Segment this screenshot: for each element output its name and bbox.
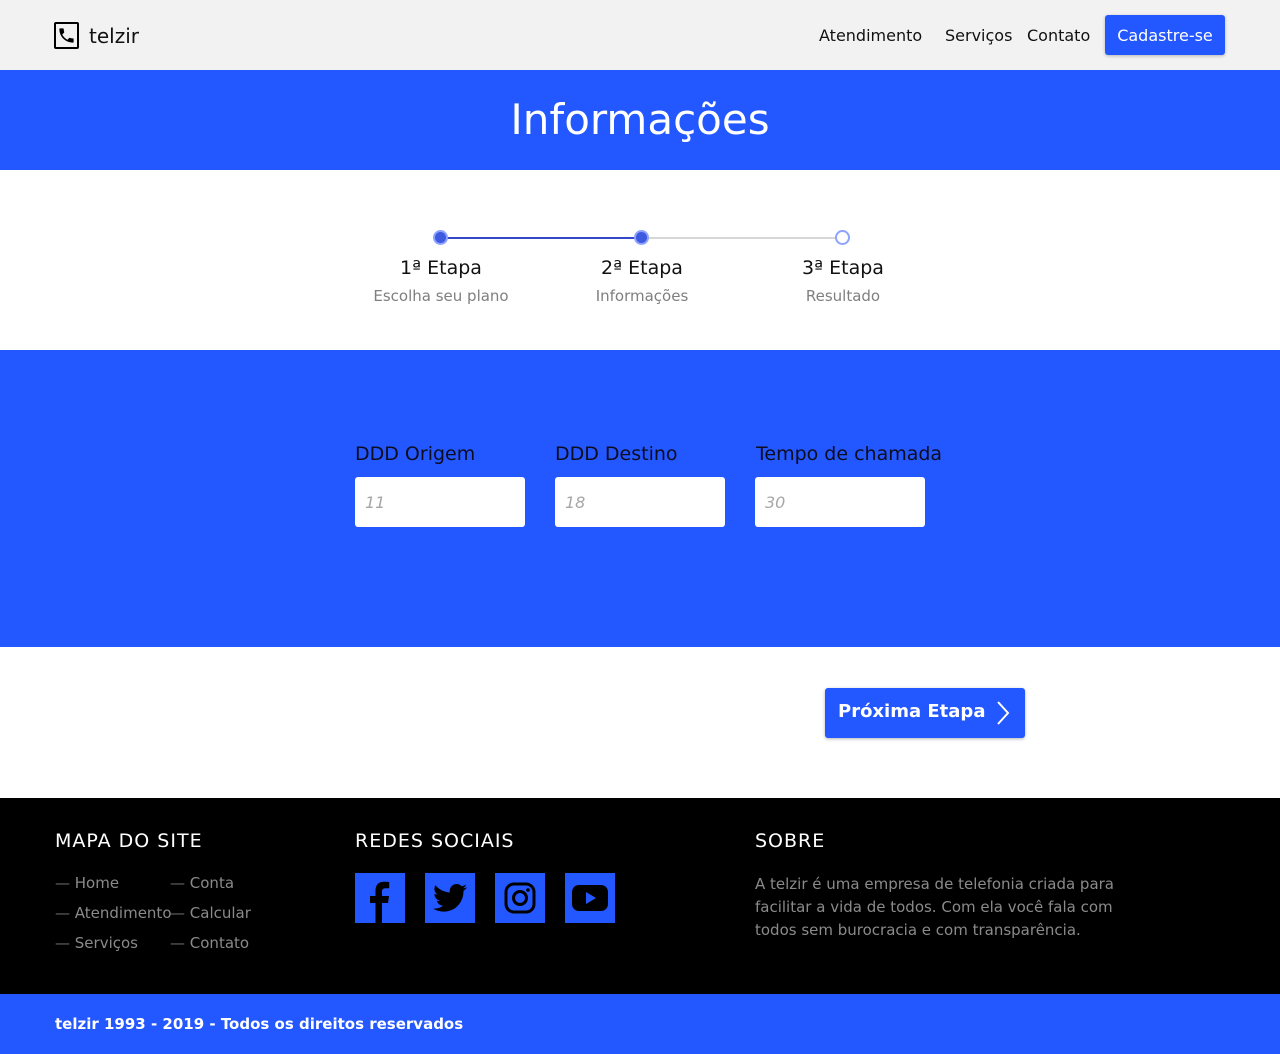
- youtube-icon[interactable]: [565, 873, 615, 923]
- phone-icon: [54, 22, 79, 49]
- step-1-dot: [433, 230, 448, 245]
- ddd-origem-label: DDD Origem: [355, 443, 476, 465]
- next-step-button[interactable]: Próxima Etapa: [825, 688, 1025, 738]
- step-3-subtitle: Resultado: [805, 287, 881, 305]
- footer-link-conta[interactable]: — Conta: [170, 874, 234, 892]
- twitter-icon[interactable]: [425, 873, 475, 923]
- about-text: A telzir é uma empresa de telefonia cria…: [755, 875, 1115, 939]
- page-hero: Informações: [0, 70, 1280, 170]
- step-1-title: 1ª Etapa: [400, 257, 482, 279]
- step-progress: 1ª Etapa Escolha seu plano 2ª Etapa Info…: [0, 170, 1280, 350]
- ddd-origem-input[interactable]: [355, 477, 525, 527]
- step-2-title: 2ª Etapa: [601, 257, 683, 279]
- tempo-chamada-input[interactable]: [755, 477, 925, 527]
- nav-link-contato[interactable]: Contato: [1027, 26, 1090, 45]
- footer-link-calcular[interactable]: — Calcular: [170, 904, 251, 922]
- call-info-form: DDD Origem DDD Destino Tempo de chamada: [0, 350, 1280, 647]
- nav-link-servicos[interactable]: Serviços: [945, 26, 1012, 45]
- footer-link-contato[interactable]: — Contato: [170, 934, 249, 952]
- copyright-text: telzir 1993 - 2019 - Todos os direitos r…: [55, 1015, 464, 1033]
- footer-link-home[interactable]: — Home: [55, 874, 119, 892]
- facebook-icon[interactable]: [355, 873, 405, 923]
- brand-name: telzir: [89, 23, 139, 48]
- brand-logo[interactable]: telzir: [54, 22, 139, 49]
- next-step-label: Próxima Etapa: [838, 701, 986, 722]
- tempo-chamada-label: Tempo de chamada: [756, 443, 943, 465]
- ddd-destino-label: DDD Destino: [555, 443, 678, 465]
- page-title: Informações: [510, 95, 770, 144]
- copyright-bar: telzir 1993 - 2019 - Todos os direitos r…: [0, 994, 1280, 1054]
- chevron-right-icon: [995, 700, 1011, 730]
- instagram-icon[interactable]: [495, 873, 545, 923]
- step-3-title: 3ª Etapa: [802, 257, 884, 279]
- signup-button[interactable]: Cadastre-se: [1105, 15, 1225, 55]
- sitemap-heading: MAPA DO SITE: [55, 830, 203, 852]
- ddd-destino-input[interactable]: [555, 477, 725, 527]
- step-2-subtitle: Informações: [595, 287, 689, 305]
- site-header: telzir Atendimento Serviços Contato Cada…: [0, 0, 1280, 70]
- nav-link-atendimento[interactable]: Atendimento: [819, 26, 922, 45]
- about-heading: SOBRE: [755, 830, 826, 852]
- step-1-subtitle: Escolha seu plano: [373, 287, 509, 305]
- social-heading: REDES SOCIAIS: [355, 830, 515, 852]
- footer-link-atendimento[interactable]: — Atendimento: [55, 904, 172, 922]
- step-3-dot: [835, 230, 850, 245]
- step-connector-pending: [642, 237, 843, 239]
- footer-link-servicos[interactable]: — Serviços: [55, 934, 138, 952]
- step-2-dot: [634, 230, 649, 245]
- site-footer: MAPA DO SITE — Home — Atendimento — Serv…: [0, 798, 1280, 994]
- step-connector-done: [441, 237, 642, 239]
